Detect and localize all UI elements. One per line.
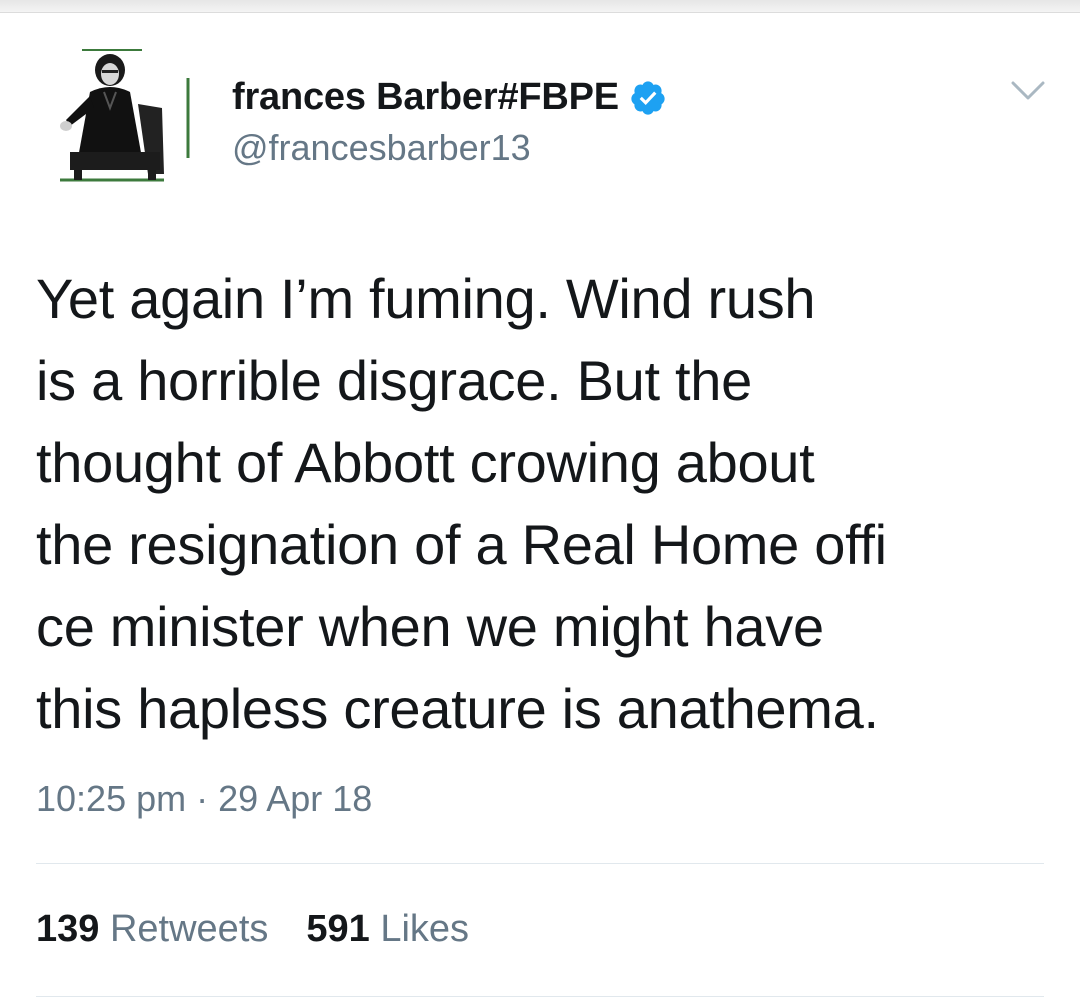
avatar-image (52, 48, 192, 182)
top-border (0, 0, 1080, 13)
likes-label: Likes (380, 908, 470, 950)
verified-badge-icon (629, 79, 667, 117)
tweet-date: 29 Apr 18 (218, 778, 373, 819)
tweet-stats: 139 Retweets 591 Likes (36, 908, 469, 951)
likes-stat[interactable]: 591 Likes (306, 908, 469, 951)
tweet-header: frances Barber#FBPE @francesbarber13 (232, 76, 667, 169)
tweet-text-line: is a horrible disgrace. But the (36, 349, 752, 412)
user-handle[interactable]: @francesbarber13 (232, 127, 667, 169)
retweets-count: 139 (36, 908, 100, 950)
tweet-timestamp[interactable]: 10:25 pm · 29 Apr 18 (36, 778, 372, 820)
likes-count: 591 (306, 908, 370, 950)
divider (36, 996, 1044, 997)
tweet-text-line: ce minister when we might have (36, 595, 824, 658)
timestamp-separator: · (196, 778, 209, 819)
retweets-label: Retweets (109, 908, 269, 950)
name-row: frances Barber#FBPE (232, 76, 667, 119)
chevron-down-icon[interactable] (1010, 80, 1046, 102)
tweet-text-line: this hapless creature is anathema. (36, 677, 879, 740)
avatar[interactable] (52, 48, 192, 182)
tweet-text: Yet again I’m fuming. Wind rush is a hor… (36, 258, 1066, 750)
display-name[interactable]: frances Barber#FBPE (232, 76, 619, 119)
tweet-text-line: thought of Abbott crowing about (36, 431, 815, 494)
divider (36, 863, 1044, 864)
retweets-stat[interactable]: 139 Retweets (36, 908, 268, 951)
tweet-text-line: the resignation of a Real Home offi (36, 513, 887, 576)
tweet-text-line: Yet again I’m fuming. Wind rush (36, 267, 816, 330)
tweet-time: 10:25 pm (36, 778, 187, 819)
